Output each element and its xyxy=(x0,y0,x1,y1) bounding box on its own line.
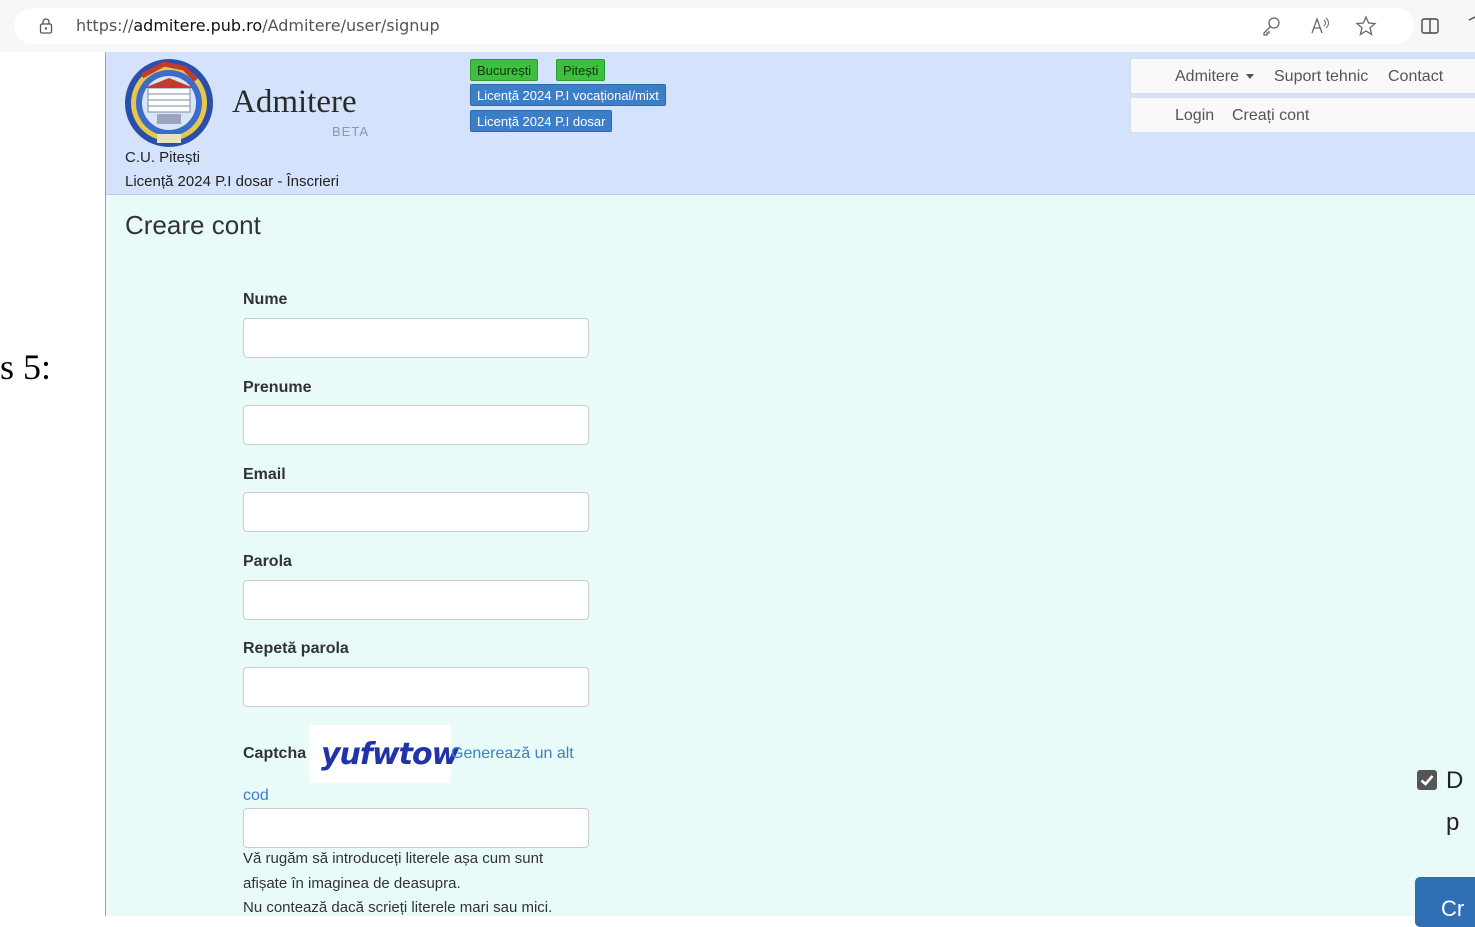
nav-admitere[interactable]: Admitere xyxy=(1175,68,1255,86)
page-title: Creare cont xyxy=(125,210,261,240)
label-parola: Parola xyxy=(243,553,292,570)
prenume-input[interactable] xyxy=(243,405,589,445)
tag-licenta-dosar[interactable]: Licență 2024 P.I dosar xyxy=(470,110,613,132)
captcha-code: yufwtow xyxy=(321,737,459,772)
left-document-fragment: s 5: xyxy=(0,347,52,387)
label-prenume: Prenume xyxy=(243,379,312,396)
url-text[interactable]: https://admitere.pub.ro/Admitere/user/si… xyxy=(76,16,440,35)
center-name: C.U. Pitești xyxy=(125,149,201,166)
main-content: Creare cont Nume Prenume Email Parola Re… xyxy=(106,195,1475,927)
label-email: Email xyxy=(243,466,286,483)
captcha-help-line-1: Vă rugăm să introduceți literele așa cum… xyxy=(243,850,544,867)
upb-logo[interactable] xyxy=(124,58,214,148)
captcha-help-line-3: Nu contează dacă scrieți literele mari s… xyxy=(243,899,553,916)
tag-bucuresti[interactable]: București xyxy=(470,59,539,81)
chevron-down-icon xyxy=(1246,74,1255,80)
tag-pitesti[interactable]: Pitești xyxy=(556,59,606,81)
regenerate-captcha-link[interactable]: Generează un alt xyxy=(451,745,574,763)
collections-icon[interactable] xyxy=(1463,14,1475,38)
label-captcha: Captcha xyxy=(243,745,307,762)
agreement-text-fragment-2: p xyxy=(1446,809,1460,836)
label-repeta-parola: Repetă parola xyxy=(243,640,349,657)
browser-address-bar: https://admitere.pub.ro/Admitere/user/si… xyxy=(0,0,1475,52)
lock-icon[interactable] xyxy=(38,18,54,34)
parola-input[interactable] xyxy=(243,580,589,620)
nav-create-account[interactable]: Creați cont xyxy=(1232,107,1309,125)
nume-input[interactable] xyxy=(243,318,589,358)
regenerate-captcha-link-cont[interactable]: cod xyxy=(243,787,269,805)
user-nav: Login Creați cont xyxy=(1130,97,1475,133)
repeta-parola-input[interactable] xyxy=(243,667,589,707)
session-name: Licență 2024 P.I dosar - Înscrieri xyxy=(125,173,340,190)
email-input[interactable] xyxy=(243,492,589,532)
nav-login[interactable]: Login xyxy=(1175,107,1214,125)
main-nav: Admitere Suport tehnic Contact xyxy=(1130,58,1475,94)
label-nume: Nume xyxy=(243,291,288,308)
logo-title[interactable]: Admitere xyxy=(232,84,357,121)
agreement-text-fragment: D xyxy=(1446,767,1464,794)
read-aloud-icon[interactable] xyxy=(1308,14,1332,38)
favorite-star-icon[interactable] xyxy=(1354,14,1378,38)
captcha-help-line-2: afișate în imaginea de deasupra. xyxy=(243,875,461,892)
site-header: Admitere BETA C.U. Pitești Licență 2024 … xyxy=(106,52,1475,195)
agreement-checkbox[interactable] xyxy=(1417,770,1437,790)
captcha-image: yufwtow xyxy=(309,725,459,783)
logo-beta-label: BETA xyxy=(332,124,369,139)
check-icon xyxy=(1420,775,1434,786)
captcha-input[interactable] xyxy=(243,808,589,848)
split-screen-icon[interactable] xyxy=(1418,14,1442,38)
tag-licenta-vocational[interactable]: Licență 2024 P.I vocațional/mixt xyxy=(470,84,666,106)
key-icon[interactable] xyxy=(1260,14,1284,38)
nav-contact[interactable]: Contact xyxy=(1388,68,1443,86)
nav-suport-tehnic[interactable]: Suport tehnic xyxy=(1274,68,1368,86)
create-account-button[interactable]: Cr xyxy=(1415,877,1475,927)
